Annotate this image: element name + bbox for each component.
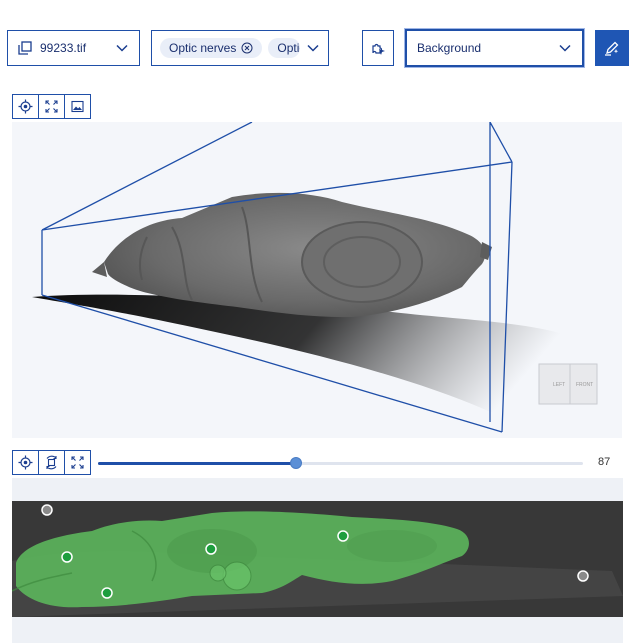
image-icon — [71, 100, 84, 113]
crosshair-icon — [18, 455, 33, 470]
center-button[interactable] — [12, 94, 39, 119]
background-point[interactable] — [577, 570, 589, 582]
crosshair-icon — [18, 99, 33, 114]
fullscreen-button[interactable] — [64, 450, 91, 475]
rotate-icon — [46, 455, 57, 470]
background-point[interactable] — [41, 504, 53, 516]
orientation-cube[interactable]: LEFT FRONT — [538, 363, 598, 405]
foreground-point[interactable] — [205, 543, 217, 555]
slice-2d-view[interactable] — [12, 501, 623, 617]
volume-render: LEFT FRONT — [32, 122, 598, 433]
pencil-sparkle-icon — [605, 41, 619, 56]
puzzle-cursor-icon — [372, 43, 385, 55]
slice-toolbar — [12, 450, 91, 475]
chevron-down-icon — [116, 44, 128, 52]
file-select[interactable]: 99233.tif — [7, 30, 140, 66]
fullscreen-button[interactable] — [38, 94, 65, 119]
label-chip[interactable]: Optic — [268, 38, 300, 58]
view3d-toolbar — [12, 94, 91, 119]
file-select-value: 99233.tif — [40, 41, 87, 55]
paint-tool-button[interactable] — [362, 30, 394, 66]
chevron-down-icon — [307, 44, 319, 52]
edit-button[interactable] — [595, 30, 629, 66]
expand-icon — [45, 100, 58, 113]
foreground-point[interactable] — [337, 530, 349, 542]
copy-files-icon — [18, 41, 32, 55]
background-select[interactable]: Background — [405, 29, 584, 67]
slice-number: 87 — [598, 456, 611, 468]
center-button[interactable] — [12, 450, 39, 475]
cube-front-label: FRONT — [576, 382, 593, 388]
slice-slider-thumb[interactable] — [290, 457, 303, 469]
rotate-button[interactable] — [38, 450, 65, 475]
circle-x-icon[interactable] — [241, 42, 253, 54]
slice-slider-fill — [98, 462, 297, 465]
label-chip-text: Optic — [277, 41, 300, 55]
background-select-value: Background — [417, 41, 482, 55]
slice-slider[interactable] — [98, 457, 583, 469]
snapshot-button[interactable] — [64, 94, 91, 119]
foreground-point[interactable] — [101, 587, 113, 599]
slice-image — [12, 501, 623, 617]
volume-3d-view[interactable]: LEFT FRONT — [12, 122, 622, 438]
label-chip[interactable]: Optic nerves — [160, 38, 263, 58]
foreground-point[interactable] — [61, 551, 73, 563]
chevron-down-icon — [559, 44, 571, 52]
expand-icon — [71, 456, 84, 469]
label-multiselect[interactable]: Optic nerves Optic — [151, 30, 329, 66]
label-chip-text: Optic nerves — [169, 41, 237, 55]
cube-left-label: LEFT — [553, 382, 565, 388]
